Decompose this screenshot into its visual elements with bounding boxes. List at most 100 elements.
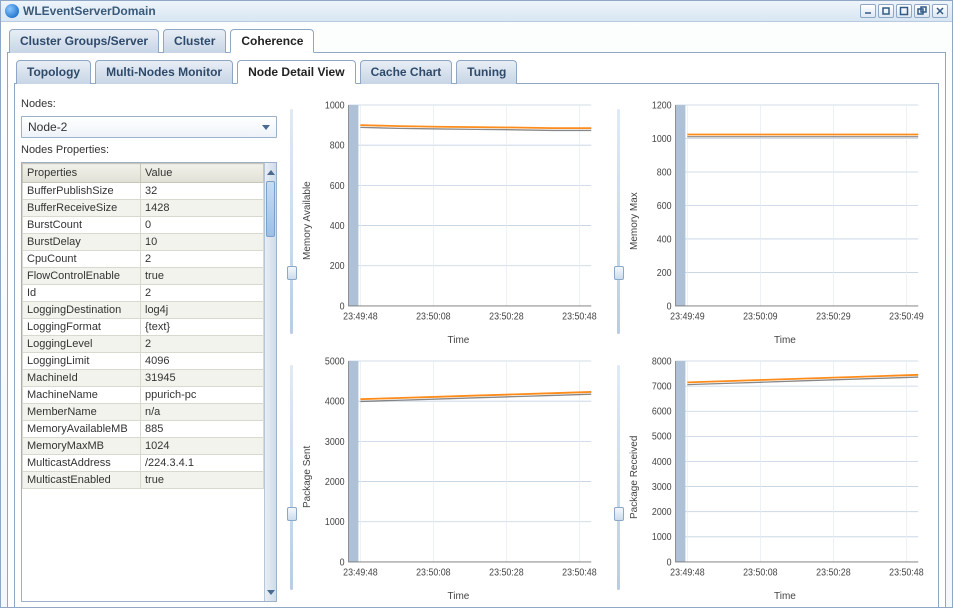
inner-tab-cache-chart[interactable]: Cache Chart — [360, 60, 453, 84]
inner-tab-topology[interactable]: Topology — [16, 60, 91, 84]
slider-handle[interactable] — [287, 266, 297, 280]
chart-slider[interactable] — [285, 96, 298, 346]
table-row[interactable]: MemberNamen/a — [23, 404, 264, 421]
slider-handle[interactable] — [614, 266, 624, 280]
svg-text:8000: 8000 — [652, 356, 672, 368]
prop-name: BurstDelay — [23, 234, 141, 251]
window-controls — [860, 4, 948, 18]
table-row[interactable]: BurstDelay10 — [23, 234, 264, 251]
svg-text:23:50:29: 23:50:29 — [816, 311, 850, 323]
prop-name: MemberName — [23, 404, 141, 421]
chevron-down-icon — [262, 125, 270, 130]
prop-value: {text} — [141, 319, 264, 336]
svg-text:23:49:48: 23:49:48 — [670, 567, 704, 579]
prop-name: MemoryAvailableMB — [23, 421, 141, 438]
inner-tab-multi-nodes-monitor[interactable]: Multi-Nodes Monitor — [95, 60, 233, 84]
minimize-button[interactable] — [860, 4, 876, 18]
prop-value: true — [141, 268, 264, 285]
svg-text:1000: 1000 — [325, 517, 345, 529]
prop-value: log4j — [141, 302, 264, 319]
chart-package-received: Package Received010002000300040005000600… — [612, 352, 929, 602]
table-row[interactable]: LoggingFormat{text} — [23, 319, 264, 336]
prop-value: 1428 — [141, 200, 264, 217]
prop-value: 31945 — [141, 370, 264, 387]
table-row[interactable]: MachineId31945 — [23, 370, 264, 387]
chart-package-sent: Package Sent01000200030004000500023:49:4… — [285, 352, 602, 602]
prop-name: LoggingLevel — [23, 336, 141, 353]
table-row[interactable]: LoggingLevel2 — [23, 336, 264, 353]
svg-text:1000: 1000 — [652, 134, 672, 146]
table-row[interactable]: CpuCount2 — [23, 251, 264, 268]
outer-tab-cluster-groups-server[interactable]: Cluster Groups/Server — [9, 29, 159, 53]
prop-name: Id — [23, 285, 141, 302]
chart-plot: 01000200030004000500060007000800023:49:4… — [642, 352, 928, 589]
table-row[interactable]: MachineNameppurich-pc — [23, 387, 264, 404]
table-row[interactable]: Id2 — [23, 285, 264, 302]
table-row[interactable]: BufferReceiveSize1428 — [23, 200, 264, 217]
prop-name: LoggingLimit — [23, 353, 141, 370]
slider-handle[interactable] — [287, 507, 297, 521]
properties-grid-scroll[interactable]: Properties Value BufferPublishSize32Buff… — [22, 163, 264, 601]
app-window: WLEventServerDomain Cluster Groups/Serve… — [0, 0, 953, 608]
col-header-value[interactable]: Value — [141, 164, 264, 183]
outer-tab-coherence[interactable]: Coherence — [230, 29, 314, 53]
prop-name: LoggingFormat — [23, 319, 141, 336]
detach-button[interactable] — [914, 4, 930, 18]
col-header-properties[interactable]: Properties — [23, 164, 141, 183]
app-icon — [5, 4, 19, 18]
chart-plot: 01000200030004000500023:49:4823:50:0823:… — [315, 352, 601, 589]
inner-tab-tuning[interactable]: Tuning — [456, 60, 517, 84]
grid-scrollbar[interactable] — [264, 163, 276, 601]
scroll-up-icon[interactable] — [265, 165, 276, 179]
inner-tab-node-detail-view[interactable]: Node Detail View — [237, 60, 355, 84]
scroll-down-icon[interactable] — [265, 585, 276, 599]
table-row[interactable]: MulticastAddress/224.3.4.1 — [23, 455, 264, 472]
svg-text:23:49:48: 23:49:48 — [344, 311, 378, 323]
properties-grid: Properties Value BufferPublishSize32Buff… — [21, 162, 277, 602]
scroll-thumb[interactable] — [266, 181, 275, 237]
svg-text:5000: 5000 — [652, 432, 672, 444]
prop-name: MachineName — [23, 387, 141, 404]
svg-text:200: 200 — [657, 268, 672, 280]
prop-value: 4096 — [141, 353, 264, 370]
prop-value: 2 — [141, 251, 264, 268]
chart-wrap: Package Sent01000200030004000500023:49:4… — [300, 352, 601, 602]
svg-text:2000: 2000 — [652, 507, 672, 519]
maximize-button[interactable] — [896, 4, 912, 18]
inner-tab-strip: TopologyMulti-Nodes MonitorNode Detail V… — [14, 59, 939, 84]
svg-text:3000: 3000 — [325, 437, 345, 449]
chart-slider[interactable] — [285, 352, 298, 602]
titlebar: WLEventServerDomain — [1, 1, 952, 22]
slider-handle[interactable] — [614, 507, 624, 521]
chart-plot: 02004006008001000120023:49:4923:50:0923:… — [642, 96, 928, 333]
prop-value: 2 — [141, 285, 264, 302]
close-button[interactable] — [932, 4, 948, 18]
chart-ylabel: Memory Available — [300, 96, 315, 346]
prop-name: MulticastEnabled — [23, 472, 141, 489]
svg-text:4000: 4000 — [652, 457, 672, 469]
table-row[interactable]: LoggingLimit4096 — [23, 353, 264, 370]
table-row[interactable]: FlowControlEnabletrue — [23, 268, 264, 285]
outer-tab-cluster[interactable]: Cluster — [163, 29, 226, 53]
outer-tab-pane: TopologyMulti-Nodes MonitorNode Detail V… — [7, 53, 946, 607]
restore-button[interactable] — [878, 4, 894, 18]
chart-slider[interactable] — [612, 352, 625, 602]
svg-text:23:50:28: 23:50:28 — [816, 567, 850, 579]
prop-name: LoggingDestination — [23, 302, 141, 319]
table-row[interactable]: BurstCount0 — [23, 217, 264, 234]
node-select[interactable]: Node-2 — [21, 116, 277, 138]
table-row[interactable]: BufferPublishSize32 — [23, 183, 264, 200]
prop-name: BufferReceiveSize — [23, 200, 141, 217]
inner-tab-pane: Nodes: Node-2 Nodes Properties: — [14, 84, 939, 607]
table-row[interactable]: MemoryMaxMB1024 — [23, 438, 264, 455]
prop-name: MulticastAddress — [23, 455, 141, 472]
svg-text:23:50:08: 23:50:08 — [417, 567, 451, 579]
svg-text:400: 400 — [657, 234, 672, 246]
table-row[interactable]: MulticastEnabledtrue — [23, 472, 264, 489]
chart-slider[interactable] — [612, 96, 625, 346]
svg-text:23:50:08: 23:50:08 — [417, 311, 451, 323]
table-row[interactable]: MemoryAvailableMB885 — [23, 421, 264, 438]
svg-text:800: 800 — [330, 141, 345, 153]
table-row[interactable]: LoggingDestinationlog4j — [23, 302, 264, 319]
svg-text:1200: 1200 — [652, 100, 672, 112]
